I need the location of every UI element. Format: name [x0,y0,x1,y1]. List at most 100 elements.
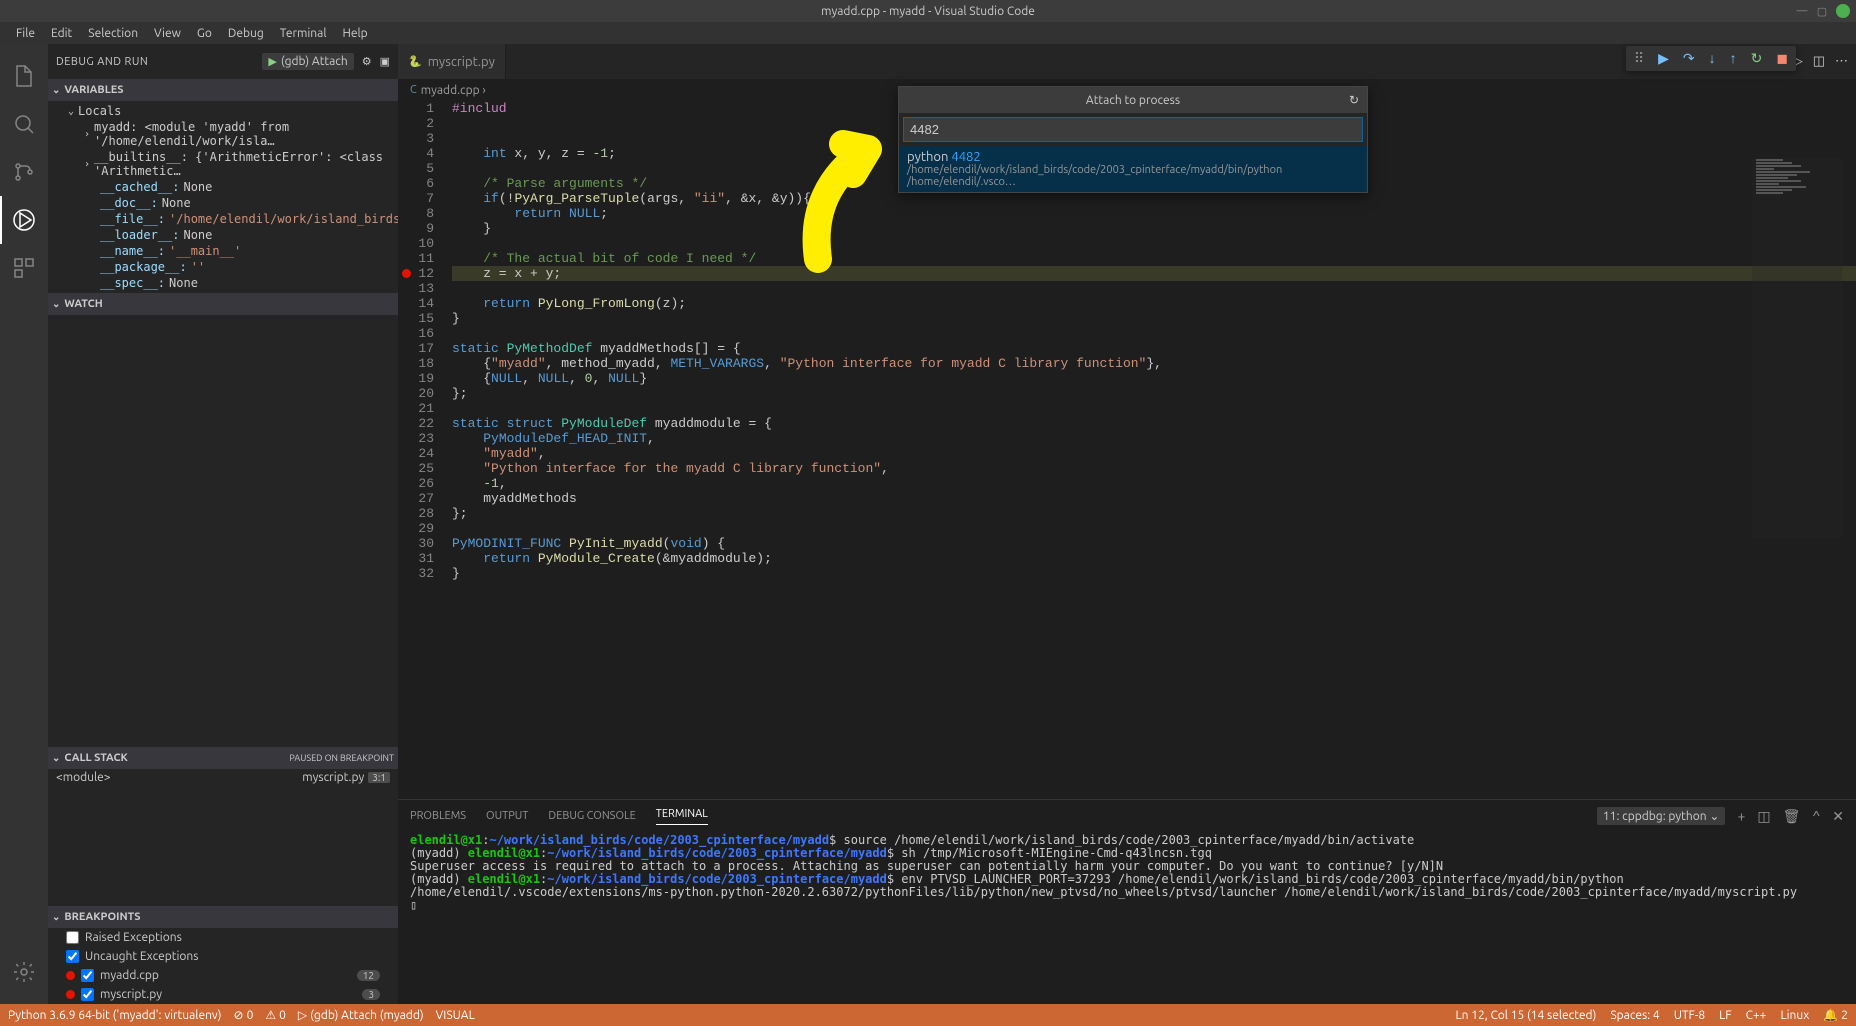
menu-bar: File Edit Selection View Go Debug Termin… [0,22,1856,44]
quickpick-input[interactable] [903,117,1363,142]
trash-icon[interactable]: 🗑 [1783,808,1801,825]
gear-icon[interactable]: ⚙ [362,55,372,68]
close-panel-icon[interactable]: ✕ [1832,808,1844,825]
locals-header[interactable]: ⌄Locals [48,103,398,119]
panel: Problems Output Debug Console Terminal 1… [398,799,1856,1004]
status-position[interactable]: Ln 12, Col 15 (14 selected) [1456,1008,1597,1022]
status-notifications[interactable]: 🔔 2 [1823,1008,1848,1022]
menu-go[interactable]: Go [189,27,220,40]
var-loader[interactable]: __loader__: None [48,227,398,243]
maximize-panel-icon[interactable]: ^ [1812,808,1820,824]
status-warnings[interactable]: ⚠ 0 [265,1008,286,1022]
debug-console-icon[interactable]: ▣ [380,55,390,68]
var-doc[interactable]: __doc__: None [48,195,398,211]
terminal-dropdown[interactable]: 11: cppdbg: python ⌄ [1597,807,1726,825]
quickpick-item[interactable]: python 4482 /home/elendil/work/island_bi… [899,146,1367,192]
breakpoints-label: Breakpoints [64,911,140,923]
step-over-button[interactable]: ↷ [1683,50,1695,67]
var-file[interactable]: __file__: '/home/elendil/work/island_bir… [48,211,398,227]
settings-icon[interactable] [0,948,48,996]
status-errors[interactable]: ⊘ 0 [234,1008,254,1022]
continue-button[interactable]: ▶ [1658,50,1669,67]
bp-file-1[interactable]: myadd.cpp12 [48,966,398,985]
watch-section-header[interactable]: ⌄ Watch [48,293,398,315]
minimap[interactable] [1752,158,1842,538]
chevron-down-icon: ⌄ [52,298,60,310]
status-language[interactable]: C++ [1746,1008,1767,1022]
stop-button[interactable]: ◼ [1776,50,1788,67]
extensions-icon[interactable] [0,244,48,292]
callstack-frame[interactable]: <module> myscript.py 3:1 [48,769,398,786]
bp-raised-exceptions[interactable]: Raised Exceptions [48,928,398,947]
status-eol[interactable]: LF [1719,1008,1731,1022]
code-content[interactable]: #includ int x, y, z = -1; /* Parse argum… [452,101,1856,799]
variables-section-header[interactable]: ⌄ Variables [48,79,398,101]
close-button[interactable] [1836,4,1850,18]
source-control-icon[interactable] [0,148,48,196]
maximize-button[interactable]: ▢ [1816,5,1828,17]
breakpoint-indicator[interactable] [402,269,411,278]
bp-file-2[interactable]: myscript.py3 [48,985,398,1004]
grip-icon[interactable]: ⠿ [1634,50,1644,67]
panel-tab-output[interactable]: Output [486,810,528,822]
status-mode: VISUAL [436,1009,475,1022]
tab-myscript[interactable]: 🐍myscript.py [398,44,506,79]
editor-area: 🐍myscript.py ▷ ◫ ⋯ ⠿ ▶ ↷ ↓ ↑ ↻ ◼ Cmyadd.… [398,44,1856,1004]
menu-debug[interactable]: Debug [220,27,272,40]
checkbox[interactable] [66,931,79,944]
restart-button[interactable]: ↻ [1751,50,1763,67]
debug-toolbar[interactable]: ⠿ ▶ ↷ ↓ ↑ ↻ ◼ [1626,46,1796,71]
menu-help[interactable]: Help [334,27,375,40]
menu-terminal[interactable]: Terminal [272,27,335,40]
menu-view[interactable]: View [146,27,189,40]
refresh-icon[interactable]: ↻ [1349,93,1359,107]
code-editor[interactable]: 123 456 789 1011 12 131415 161718 192021… [398,101,1856,799]
callstack-label: Call Stack [64,752,127,764]
minimize-button[interactable]: — [1796,5,1808,17]
terminal-content[interactable]: elendil@x1:~/work/island_birds/code/2003… [398,832,1856,1004]
split-terminal-icon[interactable]: ◫ [1757,808,1770,825]
callstack-status: Paused on Breakpoint [289,753,394,763]
checkbox[interactable] [66,950,79,963]
step-out-button[interactable]: ↑ [1730,50,1737,67]
var-package[interactable]: __package__: '' [48,259,398,275]
status-spaces[interactable]: Spaces: 4 [1610,1008,1659,1022]
more-icon[interactable]: ⋯ [1835,54,1848,69]
chevron-down-icon: ⌄ [52,84,60,96]
var-spec[interactable]: __spec__: None [48,275,398,291]
checkbox[interactable] [81,988,94,1001]
menu-file[interactable]: File [8,27,43,40]
checkbox[interactable] [81,969,94,982]
explorer-icon[interactable] [0,52,48,100]
search-icon[interactable] [0,100,48,148]
var-cached[interactable]: __cached__: None [48,179,398,195]
menu-selection[interactable]: Selection [80,27,146,40]
status-python[interactable]: Python 3.6.9 64-bit ('myadd': virtualenv… [8,1009,222,1022]
variables-label: Variables [64,84,123,96]
sidebar-title: Debug and Run [56,56,148,68]
sidebar: Debug and Run ▶ (gdb) Attach ⚙ ▣ ⌄ Varia… [48,44,398,1004]
bp-uncaught-exceptions[interactable]: Uncaught Exceptions [48,947,398,966]
var-builtins[interactable]: ›__builtins__: {'ArithmeticError': <clas… [48,149,398,179]
panel-tab-debug[interactable]: Debug Console [548,810,635,822]
step-into-button[interactable]: ↓ [1709,50,1716,67]
watch-label: Watch [64,298,102,310]
quickpick-title: Attach to process [1086,94,1180,107]
title-bar: myadd.cpp - myadd - Visual Studio Code —… [0,0,1856,22]
window-controls: — ▢ [1796,4,1850,18]
menu-edit[interactable]: Edit [43,27,80,40]
split-icon[interactable]: ◫ [1813,54,1825,69]
var-name[interactable]: __name__: '__main__' [48,243,398,259]
panel-tab-terminal[interactable]: Terminal [656,808,708,825]
window-title: myadd.cpp - myadd - Visual Studio Code [821,5,1035,18]
debug-config-dropdown[interactable]: ▶ (gdb) Attach [262,53,353,70]
status-encoding[interactable]: UTF-8 [1674,1008,1705,1022]
breakpoints-section-header[interactable]: ⌄ Breakpoints [48,906,398,928]
panel-tab-problems[interactable]: Problems [410,810,466,822]
debug-icon[interactable] [0,196,48,244]
new-terminal-icon[interactable]: + [1737,808,1745,824]
status-debug[interactable]: ▷ (gdb) Attach (myadd) [298,1008,424,1022]
callstack-section-header[interactable]: ⌄ Call Stack Paused on Breakpoint [48,747,398,769]
status-os[interactable]: Linux [1780,1008,1809,1022]
var-myadd[interactable]: ›myadd: <module 'myadd' from '/home/elen… [48,119,398,149]
